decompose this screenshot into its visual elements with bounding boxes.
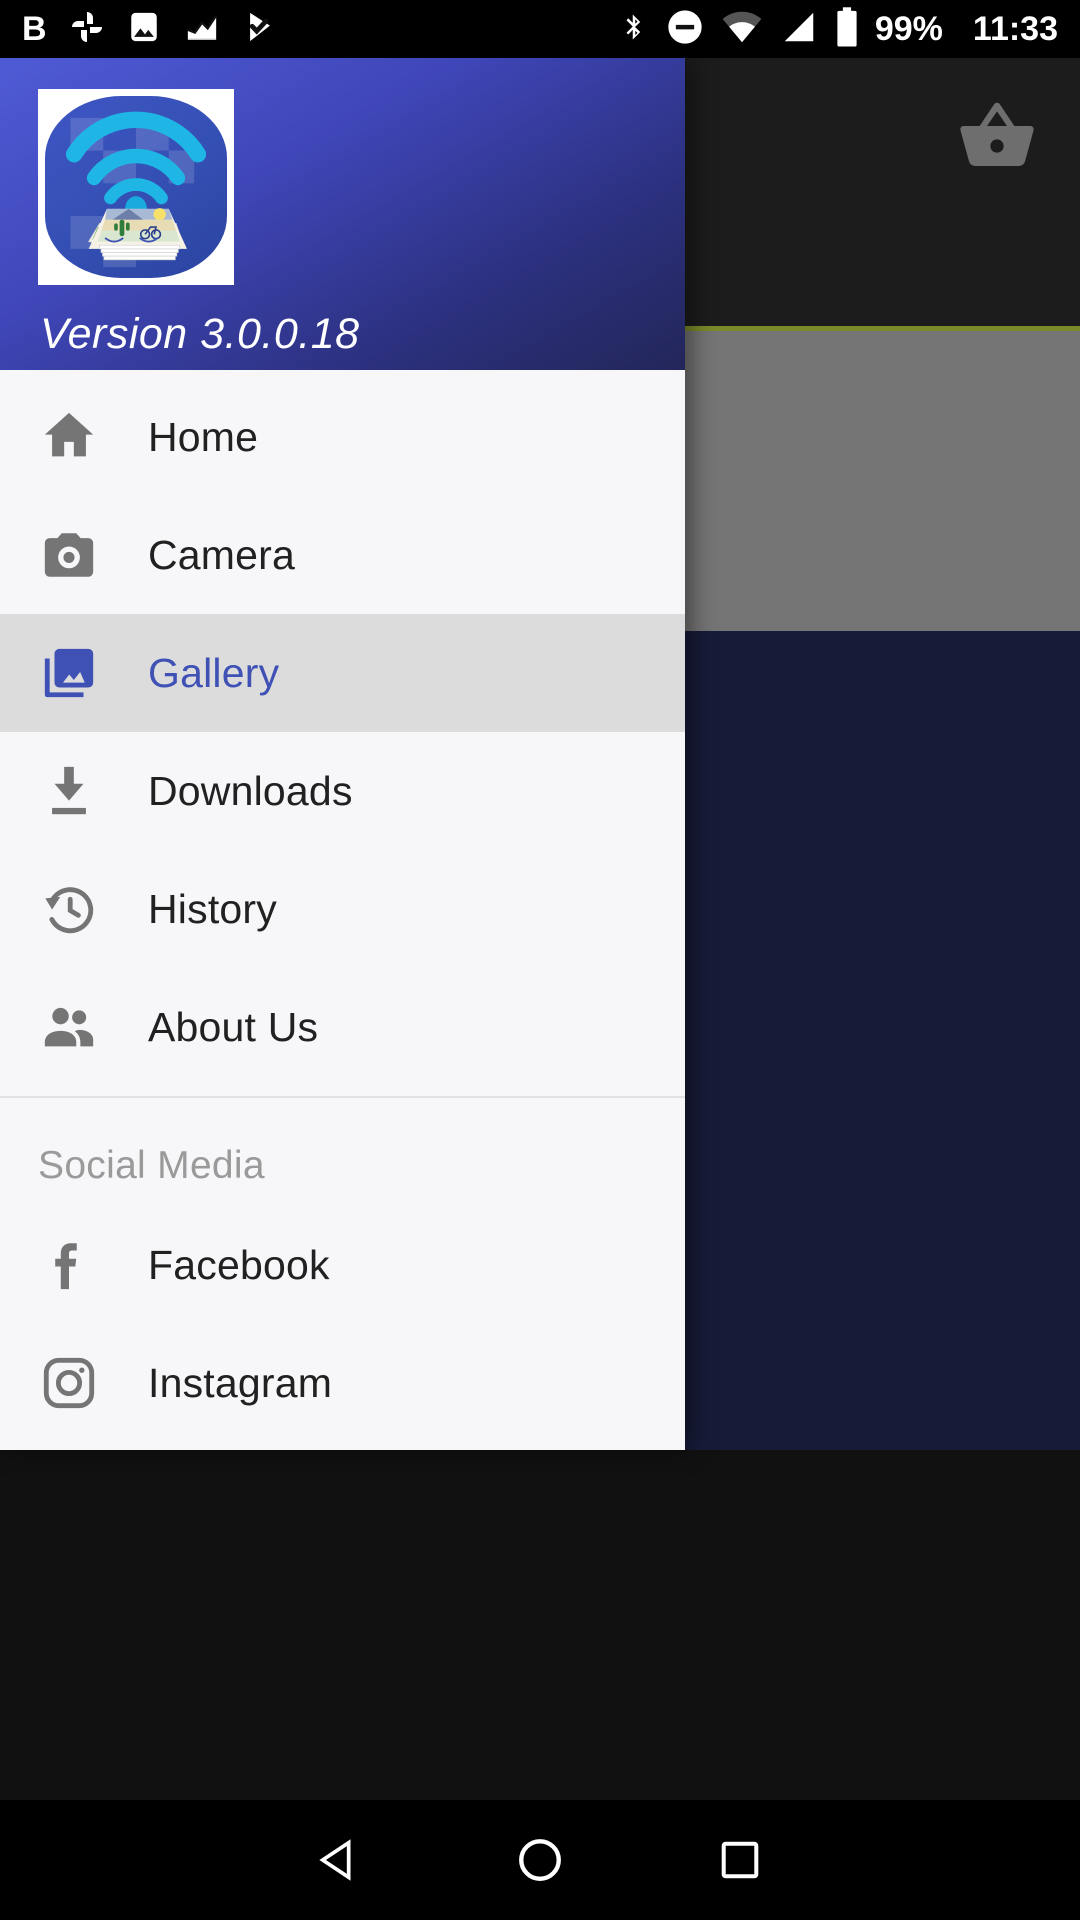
camera-icon (38, 524, 100, 586)
android-screen: DS B (0, 0, 1080, 1920)
drawer-header: Version 3.0.0.18 (0, 58, 685, 370)
instagram-icon (38, 1352, 100, 1414)
people-icon (38, 996, 100, 1058)
download-icon (38, 760, 100, 822)
sidebar-item-camera[interactable]: Camera (0, 496, 685, 614)
system-status-icons: 99% 11:33 (619, 6, 1058, 53)
sidebar-item-label: Instagram (148, 1359, 333, 1406)
battery-percent-label: 99% (874, 10, 943, 48)
app-version-label: Version 3.0.0.18 (40, 310, 360, 358)
sidebar-item-gallery[interactable]: Gallery (0, 614, 685, 732)
drawer-menu-list: Home Camera Gallery Downloads History Ab… (0, 370, 685, 1442)
sidebar-item-downloads[interactable]: Downloads (0, 732, 685, 850)
sidebar-item-facebook[interactable]: Facebook (0, 1206, 685, 1324)
analytics-chart-icon (183, 10, 221, 49)
image-icon (127, 9, 161, 50)
sidebar-item-label: About Us (148, 1003, 319, 1050)
sidebar-item-instagram[interactable]: Instagram (0, 1324, 685, 1442)
bitwarden-icon: B (22, 10, 47, 48)
sidebar-item-label: History (148, 885, 277, 932)
home-button[interactable] (440, 1800, 640, 1920)
sidebar-item-label: Gallery (148, 649, 280, 696)
wifi-photo-stack-icon (45, 96, 227, 278)
recents-button[interactable] (640, 1800, 840, 1920)
clock-label: 11:33 (972, 10, 1058, 48)
battery-icon (835, 6, 859, 53)
do-not-disturb-icon (665, 7, 705, 52)
photo-library-icon (38, 642, 100, 704)
sidebar-item-label: Home (148, 413, 259, 460)
android-nav-bar (0, 1800, 1080, 1920)
sidebar-item-label: Facebook (148, 1241, 330, 1288)
social-media-section-header: Social Media (38, 1144, 265, 1187)
google-photos-pinwheel-icon (69, 9, 105, 50)
sidebar-item-home[interactable]: Home (0, 378, 685, 496)
cellular-signal-icon (779, 8, 819, 51)
play-check-icon (243, 8, 277, 51)
notification-icons: B (22, 8, 277, 51)
sidebar-item-about-us[interactable]: About Us (0, 968, 685, 1086)
navigation-drawer: Version 3.0.0.18 Home Camera Gallery Dow… (0, 58, 685, 1450)
sidebar-item-label: Camera (148, 531, 296, 578)
wifi-icon (721, 10, 763, 49)
sidebar-item-label: Downloads (148, 767, 353, 814)
status-bar: B 99% 11:33 (0, 0, 1080, 58)
back-button[interactable] (240, 1800, 440, 1920)
history-clock-icon (38, 878, 100, 940)
app-logo (38, 89, 234, 285)
shopping-basket-icon[interactable] (954, 96, 1040, 181)
facebook-icon (38, 1234, 100, 1296)
bluetooth-icon (619, 7, 649, 52)
home-icon (38, 406, 100, 468)
sidebar-item-history[interactable]: History (0, 850, 685, 968)
